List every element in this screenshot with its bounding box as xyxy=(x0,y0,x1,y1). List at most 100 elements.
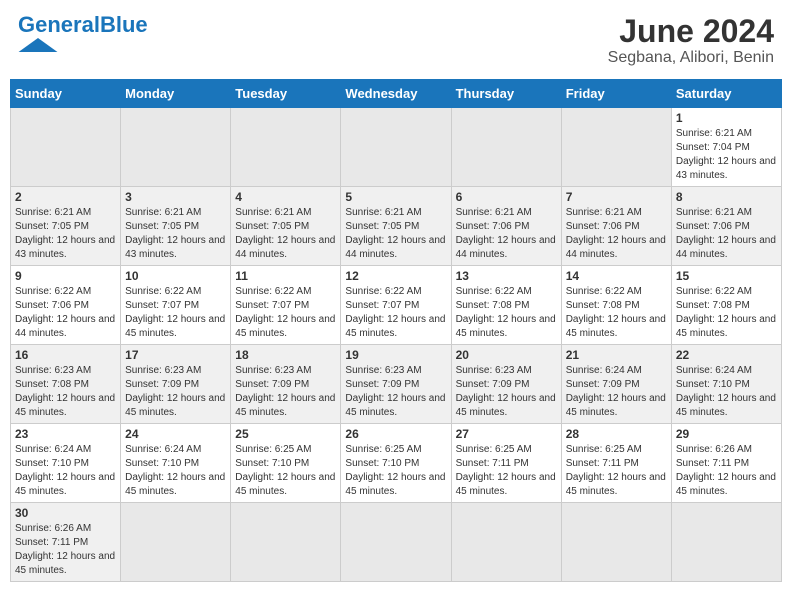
day-info: Sunrise: 6:24 AM Sunset: 7:10 PM Dayligh… xyxy=(676,364,777,420)
calendar-day-cell xyxy=(561,503,671,582)
title-block: June 2024 Segbana, Alibori, Benin xyxy=(608,14,774,67)
page-header: GeneralBlue June 2024 Segbana, Alibori, … xyxy=(10,10,782,71)
calendar-day-cell: 28 Sunrise: 6:25 AM Sunset: 7:11 PM Dayli… xyxy=(561,424,671,503)
calendar-day-cell: 25Sunrise: 6:25 AM Sunset: 7:10 PM Dayli… xyxy=(231,424,341,503)
day-number: 10 xyxy=(125,269,226,283)
day-number: 28 xyxy=(566,427,667,441)
calendar-day-cell: 13 Sunrise: 6:22 AM Sunset: 7:08 PM Dayli… xyxy=(451,266,561,345)
calendar-day-cell xyxy=(451,503,561,582)
day-number: 23 xyxy=(15,427,116,441)
logo-general: General xyxy=(18,12,100,37)
calendar-week-row: 30 Sunrise: 6:26 AM Sunset: 7:11 PM Dayli… xyxy=(11,503,782,582)
day-info: Sunrise: 6:21 AM Sunset: 7:06 PM Dayligh… xyxy=(566,206,667,262)
day-info: Sunrise: 6:23 AM Sunset: 7:09 PM Dayligh… xyxy=(125,364,226,420)
day-number: 8 xyxy=(676,190,777,204)
calendar-day-cell: 5 Sunrise: 6:21 AM Sunset: 7:05 PM Daylig… xyxy=(341,187,451,266)
day-info: Sunrise: 6:25 AM Sunset: 7:11 PM Dayligh… xyxy=(456,443,557,499)
day-number: 12 xyxy=(345,269,446,283)
calendar-day-cell: 8 Sunrise: 6:21 AM Sunset: 7:06 PM Daylig… xyxy=(671,187,781,266)
calendar-week-row: 2 Sunrise: 6:21 AM Sunset: 7:05 PM Daylig… xyxy=(11,187,782,266)
calendar-week-row: 23 Sunrise: 6:24 AM Sunset: 7:10 PM Dayli… xyxy=(11,424,782,503)
day-number: 30 xyxy=(15,506,116,520)
day-info: Sunrise: 6:21 AM Sunset: 7:05 PM Dayligh… xyxy=(125,206,226,262)
calendar-day-cell: 1Sunrise: 6:21 AM Sunset: 7:04 PM Daylig… xyxy=(671,108,781,187)
day-info: Sunrise: 6:22 AM Sunset: 7:08 PM Dayligh… xyxy=(456,285,557,341)
day-info: Sunrise: 6:24 AM Sunset: 7:10 PM Dayligh… xyxy=(15,443,116,499)
calendar-day-cell xyxy=(231,108,341,187)
calendar-day-cell: 27Sunrise: 6:25 AM Sunset: 7:11 PM Dayli… xyxy=(451,424,561,503)
day-info: Sunrise: 6:24 AM Sunset: 7:09 PM Dayligh… xyxy=(566,364,667,420)
day-number: 17 xyxy=(125,348,226,362)
day-info: Sunrise: 6:22 AM Sunset: 7:08 PM Dayligh… xyxy=(566,285,667,341)
day-number: 6 xyxy=(456,190,557,204)
calendar-day-cell: 22Sunrise: 6:24 AM Sunset: 7:10 PM Dayli… xyxy=(671,345,781,424)
calendar-day-cell: 11 Sunrise: 6:22 AM Sunset: 7:07 PM Dayli… xyxy=(231,266,341,345)
calendar-day-cell xyxy=(341,503,451,582)
column-header-tuesday: Tuesday xyxy=(231,80,341,108)
calendar-day-cell xyxy=(121,503,231,582)
calendar-week-row: 16Sunrise: 6:23 AM Sunset: 7:08 PM Dayli… xyxy=(11,345,782,424)
day-info: Sunrise: 6:23 AM Sunset: 7:09 PM Dayligh… xyxy=(235,364,336,420)
day-number: 4 xyxy=(235,190,336,204)
day-number: 7 xyxy=(566,190,667,204)
calendar-day-cell: 21Sunrise: 6:24 AM Sunset: 7:09 PM Dayli… xyxy=(561,345,671,424)
calendar-day-cell xyxy=(451,108,561,187)
column-header-sunday: Sunday xyxy=(11,80,121,108)
day-info: Sunrise: 6:22 AM Sunset: 7:08 PM Dayligh… xyxy=(676,285,777,341)
calendar-day-cell xyxy=(671,503,781,582)
day-number: 26 xyxy=(345,427,446,441)
day-number: 5 xyxy=(345,190,446,204)
calendar-day-cell: 4 Sunrise: 6:21 AM Sunset: 7:05 PM Daylig… xyxy=(231,187,341,266)
logo-text: GeneralBlue xyxy=(18,14,148,36)
day-info: Sunrise: 6:22 AM Sunset: 7:07 PM Dayligh… xyxy=(235,285,336,341)
column-header-wednesday: Wednesday xyxy=(341,80,451,108)
day-info: Sunrise: 6:21 AM Sunset: 7:06 PM Dayligh… xyxy=(676,206,777,262)
calendar-day-cell: 15Sunrise: 6:22 AM Sunset: 7:08 PM Dayli… xyxy=(671,266,781,345)
day-number: 29 xyxy=(676,427,777,441)
calendar-day-cell: 26 Sunrise: 6:25 AM Sunset: 7:10 PM Dayli… xyxy=(341,424,451,503)
day-info: Sunrise: 6:22 AM Sunset: 7:07 PM Dayligh… xyxy=(345,285,446,341)
column-header-saturday: Saturday xyxy=(671,80,781,108)
calendar-day-cell: 3 Sunrise: 6:21 AM Sunset: 7:05 PM Daylig… xyxy=(121,187,231,266)
calendar-day-cell: 24 Sunrise: 6:24 AM Sunset: 7:10 PM Dayli… xyxy=(121,424,231,503)
logo: GeneralBlue xyxy=(18,14,148,52)
day-number: 9 xyxy=(15,269,116,283)
day-info: Sunrise: 6:21 AM Sunset: 7:05 PM Dayligh… xyxy=(235,206,336,262)
day-info: Sunrise: 6:25 AM Sunset: 7:10 PM Dayligh… xyxy=(345,443,446,499)
month-year-title: June 2024 xyxy=(608,14,774,49)
logo-icon xyxy=(18,38,58,52)
calendar-week-row: 1Sunrise: 6:21 AM Sunset: 7:04 PM Daylig… xyxy=(11,108,782,187)
day-info: Sunrise: 6:23 AM Sunset: 7:09 PM Dayligh… xyxy=(456,364,557,420)
column-header-friday: Friday xyxy=(561,80,671,108)
day-number: 24 xyxy=(125,427,226,441)
column-header-monday: Monday xyxy=(121,80,231,108)
day-number: 14 xyxy=(566,269,667,283)
column-header-thursday: Thursday xyxy=(451,80,561,108)
location-subtitle: Segbana, Alibori, Benin xyxy=(608,49,774,67)
calendar-day-cell: 18 Sunrise: 6:23 AM Sunset: 7:09 PM Dayli… xyxy=(231,345,341,424)
day-info: Sunrise: 6:21 AM Sunset: 7:05 PM Dayligh… xyxy=(345,206,446,262)
day-info: Sunrise: 6:26 AM Sunset: 7:11 PM Dayligh… xyxy=(15,522,116,578)
day-number: 3 xyxy=(125,190,226,204)
calendar-day-cell xyxy=(341,108,451,187)
day-number: 2 xyxy=(15,190,116,204)
calendar-day-cell: 2Sunrise: 6:21 AM Sunset: 7:05 PM Daylig… xyxy=(11,187,121,266)
day-number: 18 xyxy=(235,348,336,362)
day-info: Sunrise: 6:21 AM Sunset: 7:04 PM Dayligh… xyxy=(676,127,777,183)
day-info: Sunrise: 6:25 AM Sunset: 7:10 PM Dayligh… xyxy=(235,443,336,499)
day-info: Sunrise: 6:22 AM Sunset: 7:06 PM Dayligh… xyxy=(15,285,116,341)
day-number: 20 xyxy=(456,348,557,362)
day-info: Sunrise: 6:26 AM Sunset: 7:11 PM Dayligh… xyxy=(676,443,777,499)
day-number: 13 xyxy=(456,269,557,283)
day-info: Sunrise: 6:24 AM Sunset: 7:10 PM Dayligh… xyxy=(125,443,226,499)
calendar-day-cell: 16Sunrise: 6:23 AM Sunset: 7:08 PM Dayli… xyxy=(11,345,121,424)
calendar-day-cell: 9 Sunrise: 6:22 AM Sunset: 7:06 PM Daylig… xyxy=(11,266,121,345)
calendar-day-cell: 23 Sunrise: 6:24 AM Sunset: 7:10 PM Dayli… xyxy=(11,424,121,503)
calendar-day-cell xyxy=(561,108,671,187)
day-info: Sunrise: 6:23 AM Sunset: 7:09 PM Dayligh… xyxy=(345,364,446,420)
day-info: Sunrise: 6:25 AM Sunset: 7:11 PM Dayligh… xyxy=(566,443,667,499)
calendar-day-cell: 6Sunrise: 6:21 AM Sunset: 7:06 PM Daylig… xyxy=(451,187,561,266)
calendar-day-cell: 17 Sunrise: 6:23 AM Sunset: 7:09 PM Dayli… xyxy=(121,345,231,424)
day-number: 11 xyxy=(235,269,336,283)
day-info: Sunrise: 6:22 AM Sunset: 7:07 PM Dayligh… xyxy=(125,285,226,341)
